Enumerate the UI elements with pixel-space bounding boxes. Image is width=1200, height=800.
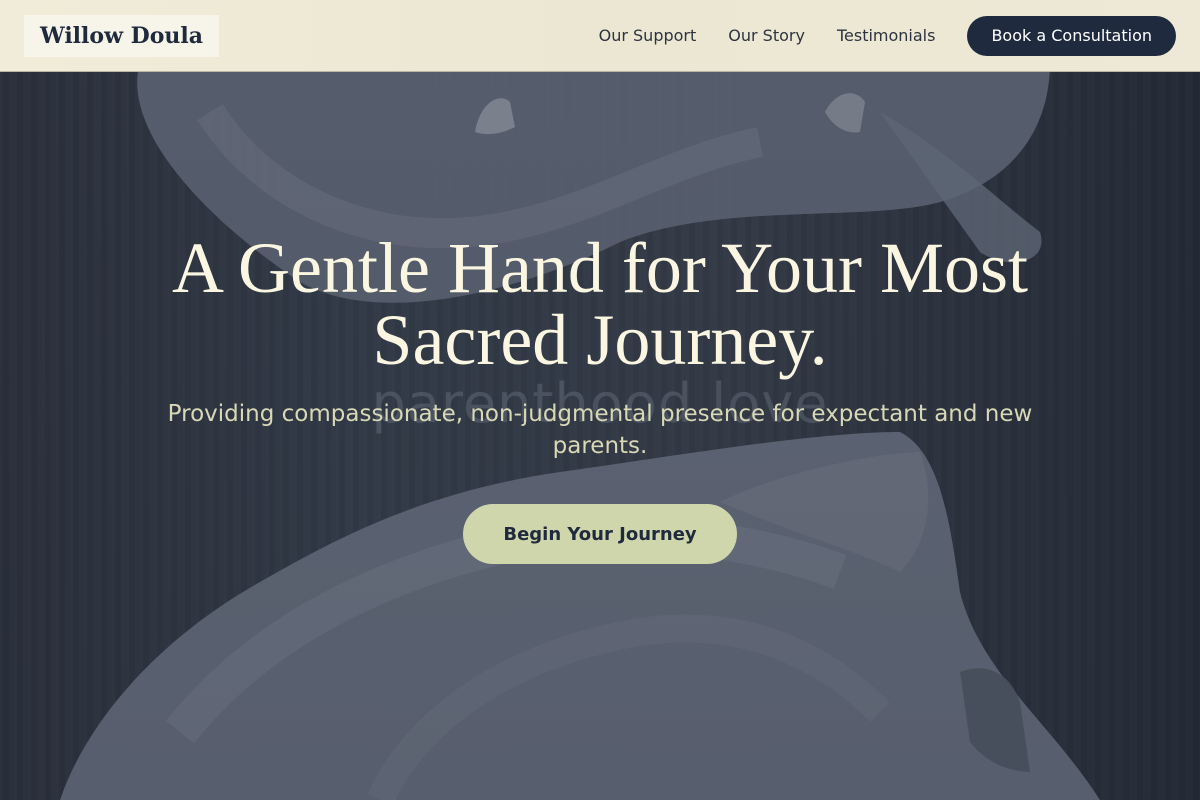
- site-header: Willow Doula Our Support Our Story Testi…: [0, 0, 1200, 72]
- book-consultation-button[interactable]: Book a Consultation: [967, 15, 1176, 56]
- hero-section: parenthood love A Gentle Hand for Your M…: [0, 72, 1200, 800]
- main-nav: Our Support Our Story Testimonials Book …: [567, 15, 1176, 56]
- nav-link-testimonials[interactable]: Testimonials: [837, 26, 936, 45]
- hero-title: A Gentle Hand for Your Most Sacred Journ…: [172, 228, 1028, 380]
- nav-link-our-story[interactable]: Our Story: [728, 26, 805, 45]
- logo[interactable]: Willow Doula: [24, 14, 220, 57]
- hero-subtitle: Providing compassionate, non-judgmental …: [167, 401, 1033, 459]
- hero-content: A Gentle Hand for Your Most Sacred Journ…: [100, 232, 1100, 564]
- begin-journey-button[interactable]: Begin Your Journey: [463, 504, 737, 564]
- nav-link-our-support[interactable]: Our Support: [599, 26, 697, 45]
